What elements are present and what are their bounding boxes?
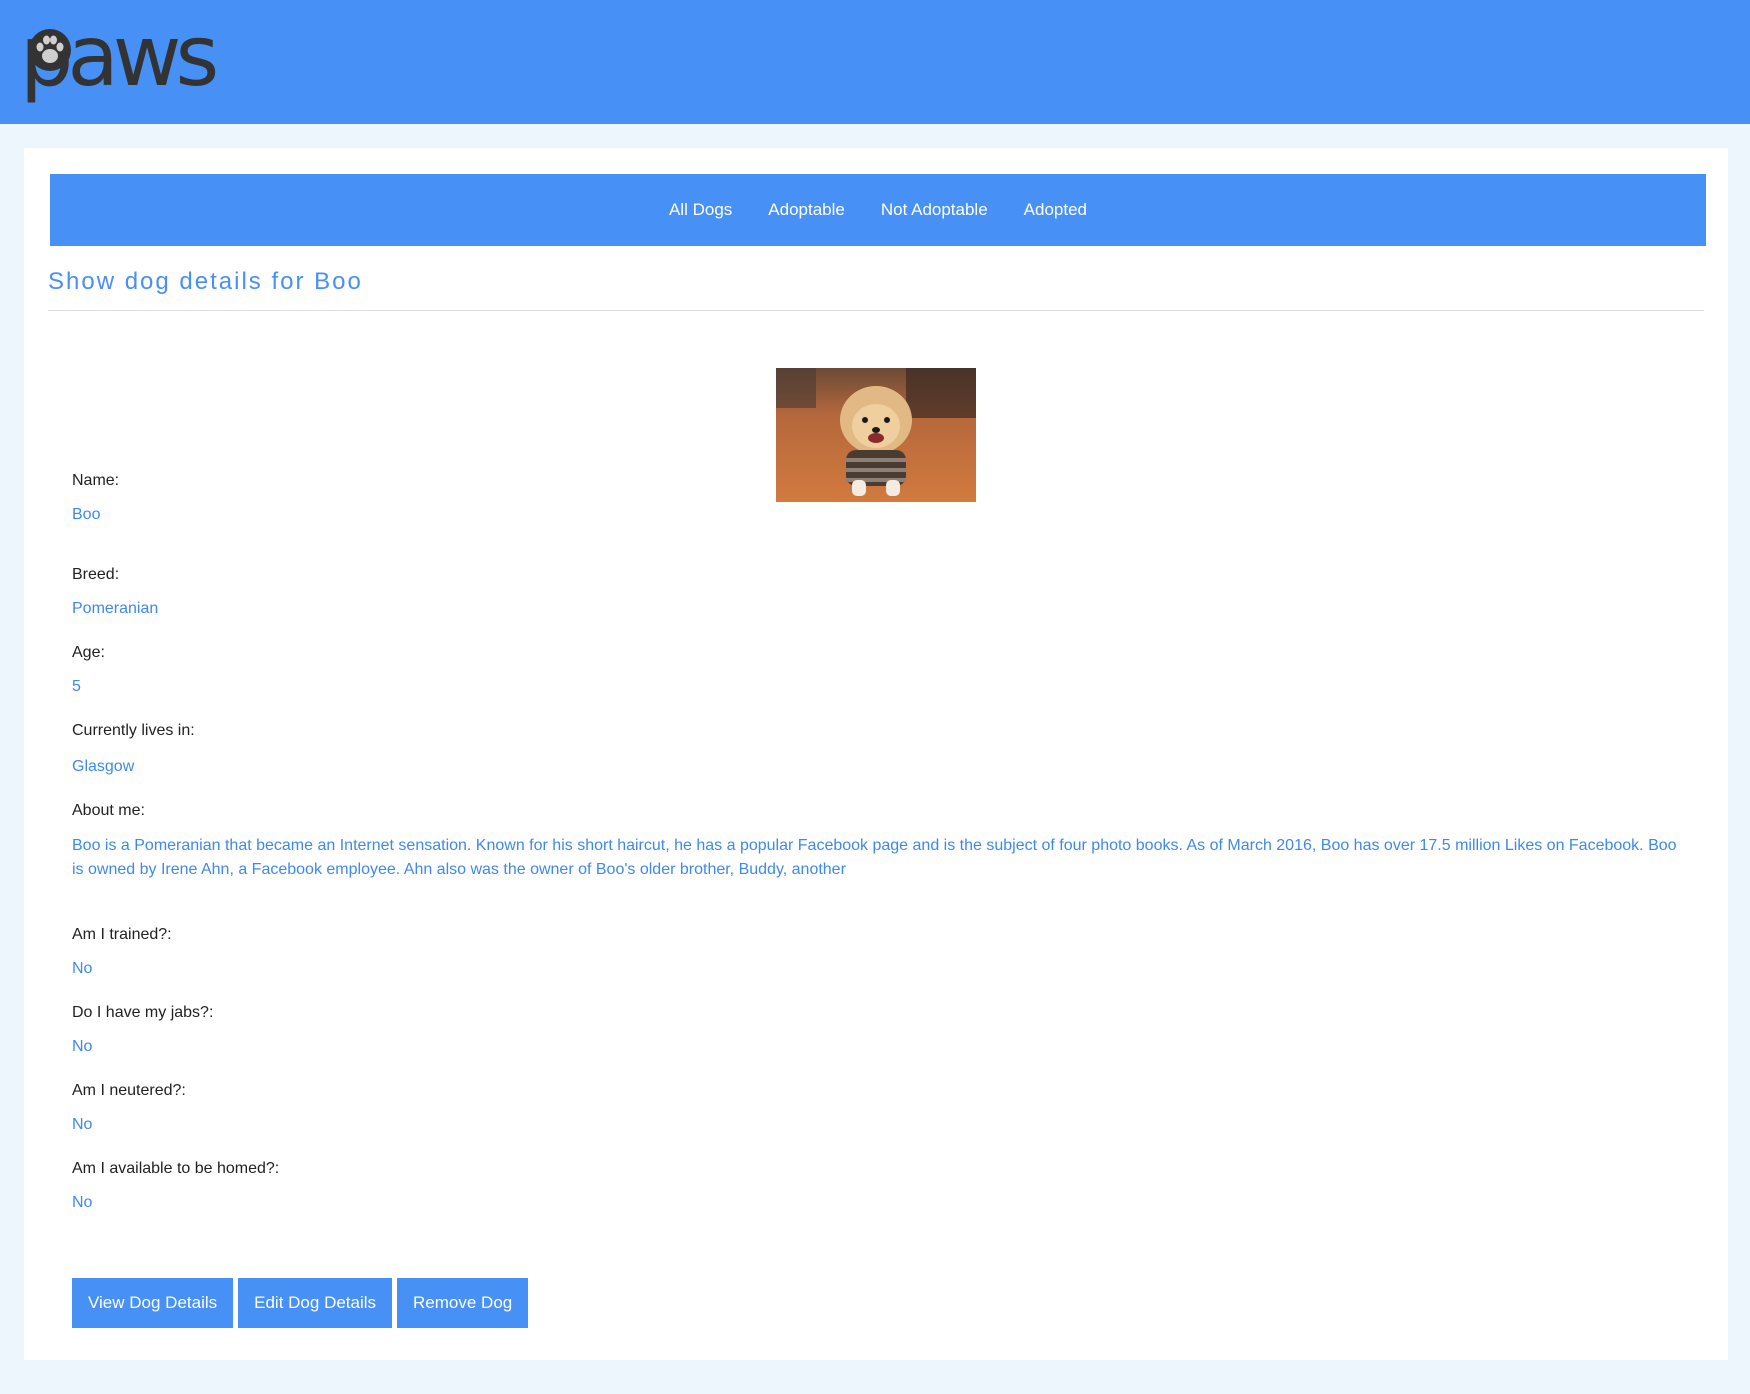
breed-label: Breed: — [72, 566, 120, 583]
page-title: Show dog details for Boo — [48, 268, 363, 295]
neutered-label: Am I neutered?: — [72, 1082, 186, 1099]
location-label: Currently lives in: — [72, 722, 195, 739]
name-value: Boo — [72, 506, 101, 523]
nav-not-adoptable[interactable]: Not Adoptable — [863, 200, 1006, 220]
available-label: Am I available to be homed?: — [72, 1160, 280, 1177]
nav-all-dogs[interactable]: All Dogs — [651, 200, 750, 220]
about-value: Boo is a Pomeranian that became an Inter… — [72, 837, 1677, 878]
trained-value: No — [72, 960, 93, 977]
jabs-value: No — [72, 1038, 93, 1055]
nav-adopted[interactable]: Adopted — [1006, 200, 1105, 220]
edit-dog-details-button[interactable]: Edit Dog Details — [238, 1278, 393, 1328]
breed-value: Pomeranian — [72, 600, 159, 617]
trained-label: Am I trained?: — [72, 926, 172, 943]
dog-photo — [776, 368, 976, 502]
title-divider — [48, 310, 1704, 311]
remove-dog-button[interactable]: Remove Dog — [397, 1278, 529, 1328]
paw-icon — [29, 29, 71, 71]
dog-action-buttons: View Dog Details Edit Dog Details Remove… — [72, 1278, 529, 1328]
name-label: Name: — [72, 472, 120, 489]
main-card: All Dogs Adoptable Not Adoptable Adopted… — [24, 148, 1728, 1360]
view-dog-details-button[interactable]: View Dog Details — [72, 1278, 234, 1328]
nav-adoptable[interactable]: Adoptable — [750, 200, 863, 220]
pomeranian-dog-photo-icon — [776, 368, 976, 502]
paws-logo[interactable]: paws — [20, 8, 219, 98]
location-value: Glasgow — [72, 758, 135, 775]
top-header-bar: paws — [0, 0, 1750, 124]
about-label: About me: — [72, 802, 145, 819]
available-value: No — [72, 1194, 93, 1211]
age-value: 5 — [72, 678, 81, 695]
jabs-label: Do I have my jabs?: — [72, 1004, 214, 1021]
dog-filter-nav: All Dogs Adoptable Not Adoptable Adopted — [50, 174, 1706, 246]
age-label: Age: — [72, 644, 105, 661]
neutered-value: No — [72, 1116, 93, 1133]
